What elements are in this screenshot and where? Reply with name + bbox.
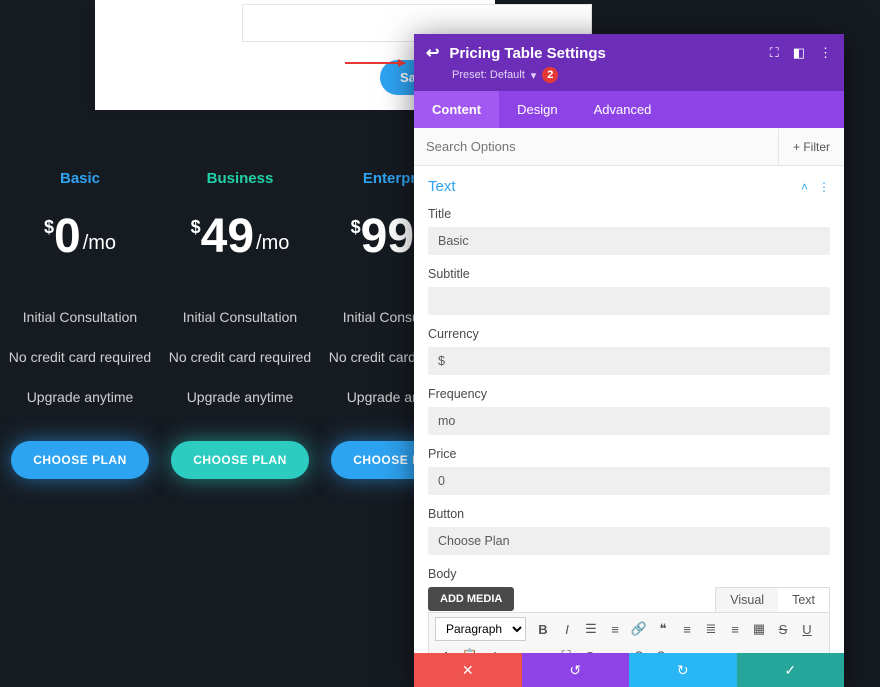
editor-toolbar: Paragraph B I ☰ ≡ 🔗 ❝ ≡ ≣ ≡ ▦ S U A 📋 I … <box>428 612 830 653</box>
body-tab-text[interactable]: Text <box>778 588 829 612</box>
currency: $ <box>351 217 361 238</box>
underline-icon[interactable]: U <box>796 618 818 640</box>
amount: 49 <box>201 213 254 261</box>
link-icon[interactable]: 🔗 <box>628 618 650 640</box>
currency-label: Currency <box>428 327 830 341</box>
format-select[interactable]: Paragraph <box>435 617 526 641</box>
plan-name: Business <box>160 170 320 187</box>
plan-business: Business $ 49 /mo Initial Consultation N… <box>160 170 320 479</box>
align-center-icon[interactable]: ≣ <box>700 618 722 640</box>
plan-feature: Upgrade anytime <box>160 389 320 405</box>
tab-content[interactable]: Content <box>414 91 499 128</box>
frequency-label: Frequency <box>428 387 830 401</box>
collapse-icon[interactable]: ˄ <box>801 180 808 194</box>
search-input[interactable] <box>426 128 778 165</box>
plan-name: Basic <box>0 170 160 187</box>
fullscreen-icon[interactable]: ⛶ <box>555 645 577 653</box>
price-row: $ 49 /mo <box>160 213 320 261</box>
plan-feature: No credit card required <box>160 349 320 365</box>
emoji-icon[interactable]: ☺ <box>603 645 625 653</box>
paste-icon[interactable]: 📋 <box>459 645 481 653</box>
plan-basic: Basic $ 0 /mo Initial Consultation No cr… <box>0 170 160 479</box>
ol-icon[interactable]: ≡ <box>604 618 626 640</box>
pricing-table: Basic $ 0 /mo Initial Consultation No cr… <box>0 170 480 479</box>
tab-advanced[interactable]: Advanced <box>576 91 670 128</box>
annotation-badge: 2 <box>542 67 558 83</box>
chevron-down-icon[interactable]: ▾ <box>531 69 537 82</box>
section-more-icon[interactable]: ⋮ <box>818 180 830 194</box>
plan-feature: Initial Consultation <box>160 309 320 325</box>
price-row: $ 0 /mo <box>0 213 160 261</box>
cancel-button[interactable]: ✕ <box>414 653 522 687</box>
indent-icon[interactable]: ⇥ <box>531 645 553 653</box>
title-input[interactable] <box>428 227 830 255</box>
redo-icon[interactable]: ↷ <box>651 645 673 653</box>
table-icon[interactable]: ▦ <box>748 618 770 640</box>
currency: $ <box>44 217 54 238</box>
redo-button[interactable]: ↻ <box>629 653 737 687</box>
undo-button[interactable]: ↺ <box>522 653 630 687</box>
bold-icon[interactable]: B <box>532 618 554 640</box>
amount: 99 <box>361 213 414 261</box>
more-icon[interactable]: ⋮ <box>819 45 832 61</box>
textcolor-icon[interactable]: A <box>435 645 457 653</box>
button-label: Button <box>428 507 830 521</box>
modal-header: ↩ Pricing Table Settings ⛶ ◧ ⋮ Preset: D… <box>414 34 844 91</box>
add-media-button[interactable]: ADD MEDIA <box>428 587 514 611</box>
clear-icon[interactable]: I <box>483 645 505 653</box>
back-icon[interactable]: ↩ <box>426 43 439 63</box>
strike-icon[interactable]: S <box>772 618 794 640</box>
body-tab-visual[interactable]: Visual <box>716 588 778 612</box>
undo-icon[interactable]: ↶ <box>627 645 649 653</box>
plan-feature: Upgrade anytime <box>0 389 160 405</box>
expand-icon[interactable]: ⛶ <box>770 45 779 61</box>
body-label: Body <box>428 567 830 581</box>
section-title[interactable]: Text <box>428 178 801 195</box>
choose-plan-button[interactable]: CHOOSE PLAN <box>171 441 309 479</box>
omega-icon[interactable]: Ω <box>579 645 601 653</box>
filter-button[interactable]: + Filter <box>778 129 844 165</box>
align-left-icon[interactable]: ≡ <box>676 618 698 640</box>
price-label: Price <box>428 447 830 461</box>
button-input[interactable] <box>428 527 830 555</box>
currency: $ <box>191 217 201 238</box>
frequency-input[interactable] <box>428 407 830 435</box>
choose-plan-button[interactable]: CHOOSE PLAN <box>11 441 149 479</box>
modal-footer: ✕ ↺ ↻ ✓ <box>414 653 844 687</box>
currency-input[interactable] <box>428 347 830 375</box>
ul-icon[interactable]: ☰ <box>580 618 602 640</box>
section-body: Text ˄ ⋮ Title Subtitle Currency Frequen… <box>414 166 844 653</box>
price-input[interactable] <box>428 467 830 495</box>
modal-title: Pricing Table Settings <box>449 45 759 62</box>
search-row: + Filter <box>414 128 844 166</box>
italic-icon[interactable]: I <box>556 618 578 640</box>
align-right-icon[interactable]: ≡ <box>724 618 746 640</box>
settings-modal: ↩ Pricing Table Settings ⛶ ◧ ⋮ Preset: D… <box>414 34 844 687</box>
settings-tabs: Content Design Advanced <box>414 91 844 128</box>
amount: 0 <box>54 213 81 261</box>
columns-icon[interactable]: ◧ <box>793 45 805 61</box>
subtitle-input[interactable] <box>428 287 830 315</box>
confirm-button[interactable]: ✓ <box>737 653 845 687</box>
subtitle-label: Subtitle <box>428 267 830 281</box>
frequency: /mo <box>256 232 289 255</box>
annotation-arrow <box>345 62 405 64</box>
tab-design[interactable]: Design <box>499 91 575 128</box>
preset-label[interactable]: Preset: Default <box>452 69 525 81</box>
quote-icon[interactable]: ❝ <box>652 618 674 640</box>
outdent-icon[interactable]: ⇤ <box>507 645 529 653</box>
plan-feature: No credit card required <box>0 349 160 365</box>
title-label: Title <box>428 207 830 221</box>
plan-feature: Initial Consultation <box>0 309 160 325</box>
frequency: /mo <box>83 232 116 255</box>
